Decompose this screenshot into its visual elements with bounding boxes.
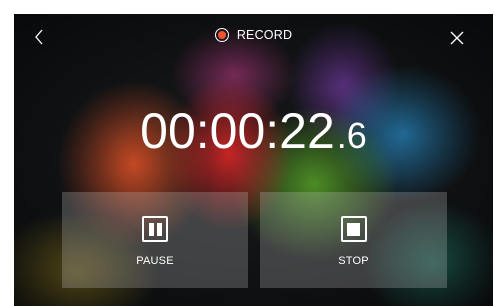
pause-label: PAUSE <box>136 255 174 267</box>
pause-icon <box>142 216 168 242</box>
close-icon <box>450 31 464 45</box>
stop-button[interactable]: STOP <box>260 192 447 288</box>
stop-label: STOP <box>338 255 369 267</box>
close-button[interactable] <box>443 24 471 52</box>
stop-icon <box>340 216 367 242</box>
title-label: RECORD <box>236 28 293 42</box>
record-screen: RECORD 00:00:22.6 PAUSE STOP <box>14 14 493 306</box>
app-frame: RECORD 00:00:22.6 PAUSE STOP <box>0 0 499 306</box>
pause-button[interactable]: PAUSE <box>62 192 248 288</box>
screen-title: RECORD <box>14 28 493 42</box>
timer-fraction: .6 <box>336 115 367 156</box>
timer-main: 00:00:22 <box>140 103 335 159</box>
record-icon <box>214 28 229 42</box>
elapsed-timer: 00:00:22.6 <box>14 106 493 156</box>
